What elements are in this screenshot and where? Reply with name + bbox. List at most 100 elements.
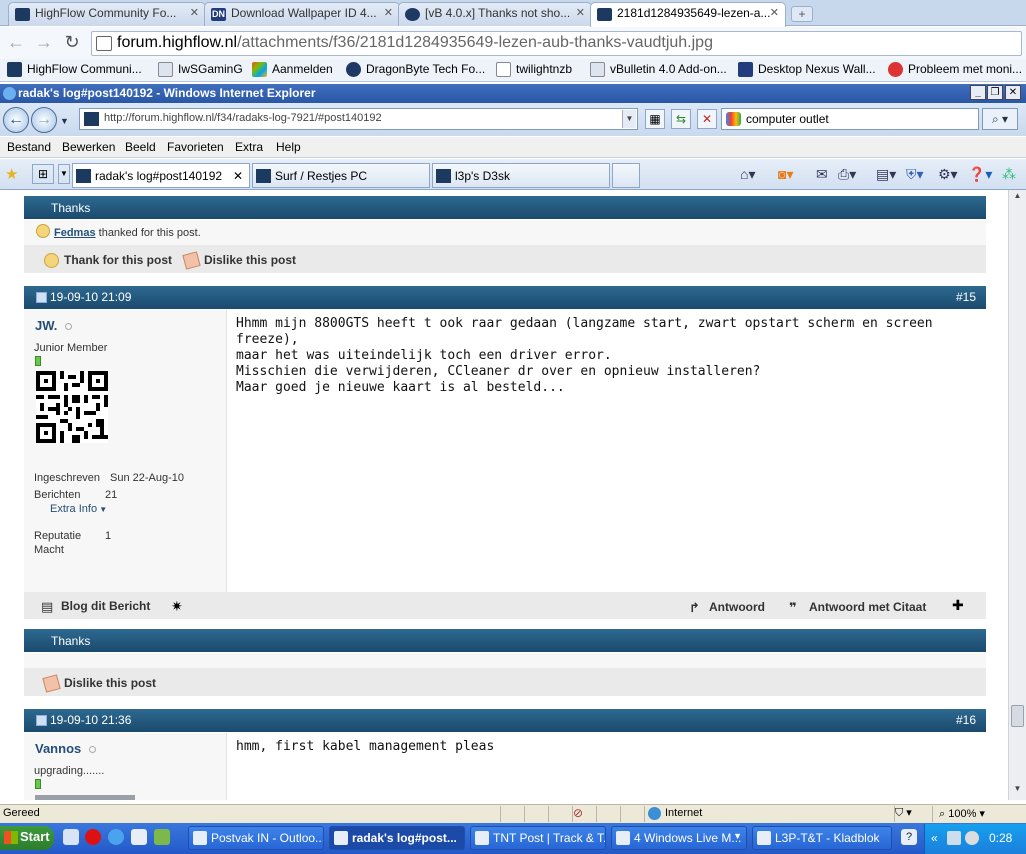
extra-info-toggle[interactable]: Extra Info ▼ <box>50 503 107 515</box>
smiley-icon <box>44 253 59 268</box>
username-link[interactable]: JW. <box>35 318 73 333</box>
bookmark-item[interactable]: Desktop Nexus Wall... <box>738 62 876 77</box>
stop-icon[interactable]: ✕ <box>697 109 717 129</box>
ie-tab-l3p[interactable]: l3p's D3sk <box>432 163 610 188</box>
ie-search-field[interactable]: computer outlet <box>721 108 979 130</box>
chrome-tab-highflow[interactable]: HighFlow Community Fo... ✕ <box>8 2 206 26</box>
new-ie-tab-button[interactable] <box>612 163 640 188</box>
reload-icon[interactable]: ↻ <box>61 31 83 53</box>
tray-expand-icon[interactable]: « <box>931 831 938 845</box>
ie-address-field[interactable]: http://forum.highflow.nl/f34/radaks-log-… <box>79 108 638 130</box>
rss-feed-icon[interactable]: ◙▾ <box>778 166 793 183</box>
bookmark-item[interactable]: HighFlow Communi... <box>7 62 142 77</box>
taskbar-task-notepad[interactable]: L3P-T&T - Kladblok <box>752 826 892 850</box>
username-link[interactable]: Vannos <box>35 741 97 756</box>
chrome-tab-wallpaper[interactable]: DN Download Wallpaper ID 4... ✕ <box>204 2 400 26</box>
network-icon[interactable] <box>947 831 961 845</box>
omnibox-url[interactable]: forum.highflow.nl/attachments/f36/2181d1… <box>117 34 713 52</box>
close-tab-icon[interactable]: ✕ <box>770 6 779 19</box>
favorites-star-icon[interactable]: ★ <box>5 165 18 183</box>
history-dropdown-icon[interactable]: ▼ <box>60 116 69 126</box>
new-tab-button[interactable]: + <box>791 6 813 22</box>
bookmark-item[interactable]: Probleem met moni... <box>888 62 1022 77</box>
post-line: Maar goed je nieuwe kaart is al besteld.… <box>236 380 565 395</box>
tab-title: l3p's D3sk <box>455 169 510 183</box>
opera-icon[interactable] <box>85 829 101 845</box>
app-icon[interactable] <box>154 829 170 845</box>
page-menu-icon[interactable]: ▤▾ <box>876 166 896 183</box>
close-tab-icon[interactable]: ✕ <box>576 6 585 19</box>
multi-quote-icon[interactable]: ✚ <box>952 597 964 614</box>
quick-tabs-icon[interactable]: ⊞ <box>32 164 54 184</box>
vertical-scrollbar[interactable]: ▲ ▼ <box>1008 190 1026 800</box>
ie-forward-icon[interactable]: → <box>31 107 57 133</box>
ie-back-icon[interactable]: ← <box>3 107 29 133</box>
gear-icon[interactable]: ⚙▾ <box>938 166 958 183</box>
close-tab-icon[interactable]: ✕ <box>190 6 199 19</box>
protected-mode-icon[interactable]: ⛉ ▾ <box>894 806 930 822</box>
status-cell <box>620 806 644 822</box>
scroll-up-icon[interactable]: ▲ <box>1011 191 1024 205</box>
bookmark-item[interactable]: vBulletin 4.0 Add-on... <box>590 62 727 77</box>
research-icon[interactable]: ⁂ <box>1002 166 1016 183</box>
maximize-icon[interactable]: ❐ <box>987 85 1003 100</box>
forward-arrow-icon[interactable]: → <box>33 31 55 53</box>
omnibox[interactable]: forum.highflow.nl/attachments/f36/2181d1… <box>91 31 1022 56</box>
safety-icon[interactable]: ⛨▾ <box>906 166 924 183</box>
dislike-post-button[interactable]: Dislike this post <box>42 674 156 693</box>
thank-post-button[interactable]: Thank for this post <box>44 253 172 268</box>
menu-beeld[interactable]: Beeld <box>125 140 156 154</box>
chevron-down-icon[interactable]: ▼ <box>622 110 636 128</box>
chrome-tab-vbulletin[interactable]: [vB 4.0.x] Thanks not sho... ✕ <box>398 2 592 26</box>
taskbar-task-ie[interactable]: radak's log#post... <box>329 826 465 850</box>
notepad-icon[interactable] <box>131 829 147 845</box>
google-search-icon <box>726 112 741 126</box>
ie-tab-radak-log[interactable]: radak's log#post140192 ✕ <box>72 163 250 188</box>
blog-post-button[interactable]: ▤ Blog dit Bericht <box>41 599 150 614</box>
close-tab-icon[interactable]: ✕ <box>384 6 393 19</box>
ie-tab-surf[interactable]: Surf / Restjes PC <box>252 163 430 188</box>
help-icon[interactable]: ❓▾ <box>968 166 992 183</box>
tab-list-chevron-icon[interactable]: ▼ <box>58 164 70 184</box>
post-number-link[interactable]: #16 <box>956 713 976 727</box>
volume-icon[interactable] <box>965 831 979 845</box>
back-arrow-icon[interactable]: ← <box>5 31 27 53</box>
help-icon[interactable]: ? <box>901 829 917 845</box>
close-icon[interactable]: ✕ <box>1005 85 1021 100</box>
bookmark-item[interactable]: DragonByte Tech Fo... <box>346 62 485 77</box>
post-number-link[interactable]: #15 <box>956 290 976 304</box>
taskbar-task-outlook[interactable]: Postvak IN - Outloo... <box>188 826 324 850</box>
reply-button[interactable]: ↱ Antwoord <box>689 600 765 615</box>
menu-favorieten[interactable]: Favorieten <box>167 140 224 154</box>
close-tab-icon[interactable]: ✕ <box>233 169 243 183</box>
search-icon[interactable]: ⌕ ▾ <box>982 108 1018 130</box>
bookmark-item[interactable]: twilightnzb <box>496 62 572 77</box>
home-icon[interactable]: ⌂▾ <box>740 166 755 183</box>
show-desktop-icon[interactable] <box>63 829 79 845</box>
menu-extra[interactable]: Extra <box>235 140 263 154</box>
menu-bestand[interactable]: Bestand <box>7 140 51 154</box>
taskbar-task-tnt[interactable]: TNT Post | Track & T... <box>470 826 606 850</box>
refresh-icon[interactable]: ⇆ <box>671 109 691 129</box>
thanks-header: Thanks <box>24 629 986 652</box>
bookmark-item[interactable]: IwSGaminG <box>158 62 243 77</box>
print-icon[interactable]: ⎙▾ <box>838 166 856 183</box>
scrollbar-thumb[interactable] <box>1011 705 1024 727</box>
chrome-tab-attachment[interactable]: 2181d1284935649-lezen-a... ✕ <box>590 2 786 27</box>
minimize-icon[interactable]: _ <box>970 85 986 100</box>
menu-help[interactable]: Help <box>276 140 301 154</box>
compatibility-view-icon[interactable]: ▦ <box>645 109 665 129</box>
menu-bewerken[interactable]: Bewerken <box>62 140 115 154</box>
quote-reply-button[interactable]: ❞ Antwoord met Citaat <box>789 600 926 615</box>
taskbar-task-messenger[interactable]: 4 Windows Live M... ▼ <box>611 826 747 850</box>
popup-blocked-icon[interactable]: ⊘ <box>572 806 596 822</box>
zoom-control[interactable]: ⌕ 100% ▾ <box>932 806 1008 822</box>
mail-icon[interactable]: ✉ <box>816 166 828 183</box>
thanks-user-link[interactable]: Fedmas <box>54 227 96 239</box>
internet-explorer-icon[interactable] <box>108 829 124 845</box>
scroll-down-icon[interactable]: ▼ <box>1011 784 1024 798</box>
report-post-icon[interactable]: ✷ <box>171 598 183 615</box>
start-button[interactable]: Start <box>0 826 54 850</box>
bookmark-item[interactable]: Aanmelden <box>252 62 333 77</box>
dislike-post-button[interactable]: Dislike this post <box>182 251 296 270</box>
